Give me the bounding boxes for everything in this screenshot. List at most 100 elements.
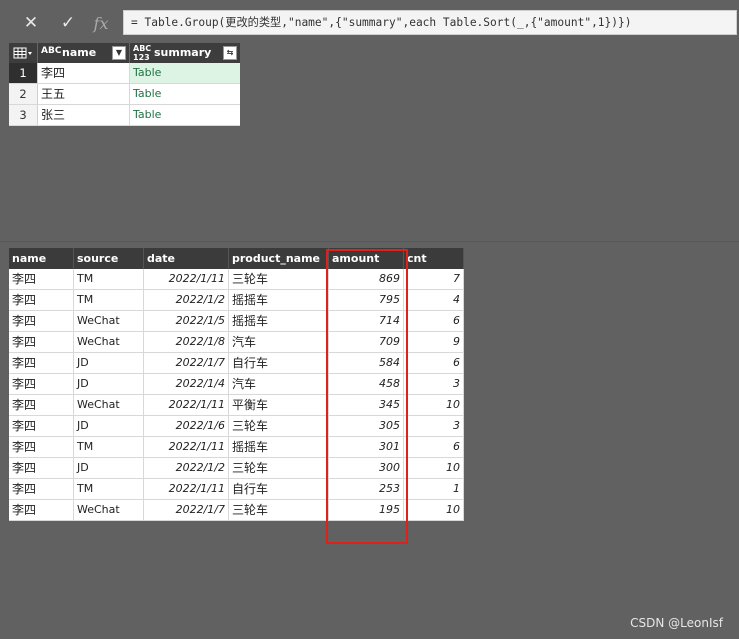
- cell-cnt: 9: [404, 332, 464, 352]
- cell-name: 李四: [9, 353, 74, 373]
- watermark: CSDN @LeonIsf: [630, 616, 723, 630]
- check-icon[interactable]: ✓: [55, 12, 81, 34]
- detail-body: 李四 TM 2022/1/11 三轮车 869 7 李四 TM 2022/1/2 摇摇车 795 4 李…: [9, 269, 464, 521]
- cell-name: 李四: [9, 290, 74, 310]
- cell-name[interactable]: 张三: [38, 105, 130, 125]
- cell-cnt: 3: [404, 374, 464, 394]
- cell-name: 李四: [9, 311, 74, 331]
- cell-date: 2022/1/6: [144, 416, 229, 436]
- cell-product-name: 三轮车: [229, 458, 329, 478]
- cell-date: 2022/1/2: [144, 290, 229, 310]
- close-icon[interactable]: ✕: [18, 12, 44, 34]
- cell-cnt: 6: [404, 353, 464, 373]
- cell-summary[interactable]: Table: [130, 105, 240, 125]
- cell-source: TM: [74, 479, 144, 499]
- text-type-icon[interactable]: ABC: [41, 47, 61, 56]
- cell-product-name: 自行车: [229, 479, 329, 499]
- cell-source: JD: [74, 458, 144, 478]
- detail-header-cnt: cnt: [404, 248, 464, 269]
- row-number[interactable]: 3: [9, 105, 38, 125]
- row-number[interactable]: 1: [9, 63, 38, 83]
- table-row: 李四 JD 2022/1/2 三轮车 300 10: [9, 458, 464, 479]
- cell-date: 2022/1/11: [144, 269, 229, 289]
- cell-name: 李四: [9, 479, 74, 499]
- table-row[interactable]: 3 张三 Table: [9, 105, 240, 126]
- cell-source: TM: [74, 290, 144, 310]
- cell-name: 李四: [9, 437, 74, 457]
- cell-product-name: 摇摇车: [229, 311, 329, 331]
- cell-amount: 301: [329, 437, 404, 457]
- cell-source: JD: [74, 416, 144, 436]
- cell-name: 李四: [9, 500, 74, 520]
- cell-name: 李四: [9, 458, 74, 478]
- table-row: 李四 TM 2022/1/11 自行车 253 1: [9, 479, 464, 500]
- cell-cnt: 7: [404, 269, 464, 289]
- cell-date: 2022/1/7: [144, 500, 229, 520]
- cell-amount: 714: [329, 311, 404, 331]
- any-type-icon[interactable]: ABC 123: [133, 44, 153, 62]
- table-menu-icon[interactable]: [9, 43, 38, 63]
- table-row: 李四 WeChat 2022/1/7 三轮车 195 10: [9, 500, 464, 521]
- cell-amount: 253: [329, 479, 404, 499]
- cell-date: 2022/1/11: [144, 395, 229, 415]
- cell-source: TM: [74, 437, 144, 457]
- preview-splitter[interactable]: [0, 241, 739, 242]
- detail-preview-table: name source date product_name amount cnt…: [9, 248, 464, 521]
- table-row: 李四 WeChat 2022/1/8 汽车 709 9: [9, 332, 464, 353]
- row-number[interactable]: 2: [9, 84, 38, 104]
- expand-column-icon[interactable]: ⇆: [223, 46, 237, 60]
- cell-amount: 584: [329, 353, 404, 373]
- cell-amount: 345: [329, 395, 404, 415]
- cell-source: JD: [74, 353, 144, 373]
- column-header-summary[interactable]: ABC 123 summary ⇆: [130, 43, 240, 63]
- cell-name: 李四: [9, 416, 74, 436]
- cell-cnt: 6: [404, 437, 464, 457]
- cell-date: 2022/1/11: [144, 437, 229, 457]
- formula-input[interactable]: = Table.Group(更改的类型,"name",{"summary",ea…: [123, 10, 737, 35]
- cell-date: 2022/1/11: [144, 479, 229, 499]
- cell-date: 2022/1/8: [144, 332, 229, 352]
- cell-product-name: 摇摇车: [229, 437, 329, 457]
- cell-source: WeChat: [74, 332, 144, 352]
- cell-product-name: 三轮车: [229, 500, 329, 520]
- cell-cnt: 1: [404, 479, 464, 499]
- detail-header-date: date: [144, 248, 229, 269]
- cell-source: TM: [74, 269, 144, 289]
- cell-product-name: 汽车: [229, 374, 329, 394]
- cell-cnt: 4: [404, 290, 464, 310]
- cell-amount: 795: [329, 290, 404, 310]
- cell-product-name: 三轮车: [229, 416, 329, 436]
- column-header-name[interactable]: ABC name ▼: [38, 43, 130, 63]
- cell-name[interactable]: 李四: [38, 63, 130, 83]
- cell-product-name: 自行车: [229, 353, 329, 373]
- table-row[interactable]: 2 王五 Table: [9, 84, 240, 105]
- cell-name[interactable]: 王五: [38, 84, 130, 104]
- table-row: 李四 JD 2022/1/7 自行车 584 6: [9, 353, 464, 374]
- detail-header-product-name: product_name: [229, 248, 329, 269]
- detail-header-row: name source date product_name amount cnt: [9, 248, 464, 269]
- fx-icon[interactable]: fx: [88, 12, 114, 34]
- cell-summary[interactable]: Table: [130, 63, 240, 83]
- cell-source: WeChat: [74, 500, 144, 520]
- cell-source: WeChat: [74, 395, 144, 415]
- cell-cnt: 6: [404, 311, 464, 331]
- query-table-header: ABC name ▼ ABC 123 summary ⇆: [9, 43, 240, 63]
- table-row[interactable]: 1 李四 Table: [9, 63, 240, 84]
- filter-dropdown-icon[interactable]: ▼: [112, 46, 126, 60]
- cell-name: 李四: [9, 269, 74, 289]
- table-row: 李四 TM 2022/1/11 三轮车 869 7: [9, 269, 464, 290]
- cell-cnt: 10: [404, 395, 464, 415]
- query-table-body: 1 李四 Table 2 王五 Table 3 张三 Table: [9, 63, 240, 126]
- cell-name: 李四: [9, 395, 74, 415]
- cell-summary[interactable]: Table: [130, 84, 240, 104]
- cell-product-name: 摇摇车: [229, 290, 329, 310]
- cell-amount: 305: [329, 416, 404, 436]
- cell-amount: 458: [329, 374, 404, 394]
- cell-product-name: 汽车: [229, 332, 329, 352]
- cell-source: JD: [74, 374, 144, 394]
- cell-name: 李四: [9, 374, 74, 394]
- detail-header-amount: amount: [329, 248, 404, 269]
- cell-product-name: 平衡车: [229, 395, 329, 415]
- column-label: name: [62, 46, 97, 59]
- table-row: 李四 WeChat 2022/1/5 摇摇车 714 6: [9, 311, 464, 332]
